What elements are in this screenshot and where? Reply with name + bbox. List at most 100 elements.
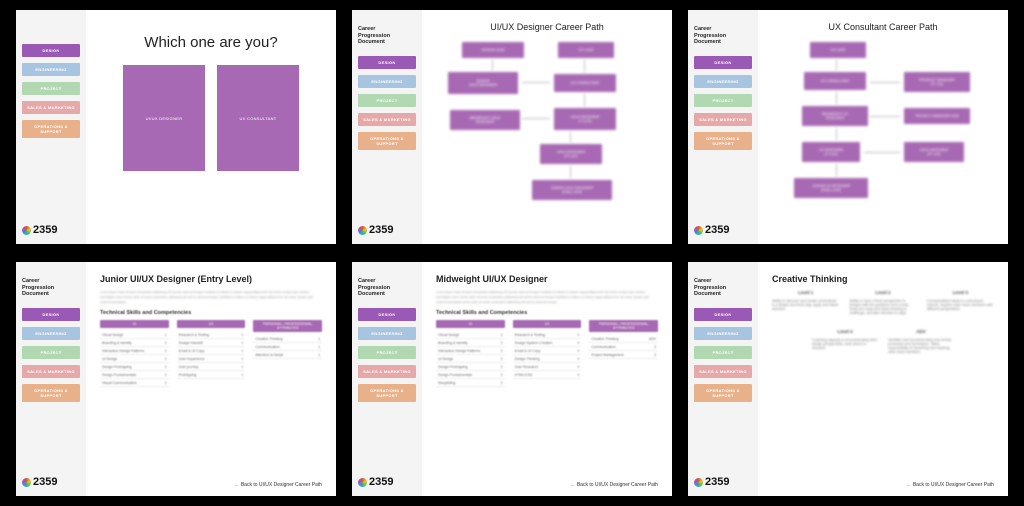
skill-column-attr: PERSONAL / PROFESSIONAL ATTRIBUTES Creat… xyxy=(589,320,658,387)
node-uxd[interactable]: UX DESIGNER (1-2 yrs) xyxy=(802,142,860,162)
doc-title: Career Progression Document xyxy=(694,278,752,298)
back-link[interactable]: Back to UI/UX Designer Career Path xyxy=(234,482,322,488)
slide-content: Creative Thinking Level 1 Ability to dis… xyxy=(758,262,1008,496)
skills-table: UI Visual Design1 Branding & Identity1 I… xyxy=(100,320,322,387)
sidebar-item-engineering[interactable]: ENGINEERING xyxy=(694,327,752,340)
slide-content: UX Consultant Career Path UX LEAD UX CON… xyxy=(758,10,1008,244)
role-tiles: UI/UX DESIGNER UX CONSULTANT xyxy=(100,65,322,171)
sidebar-item-design[interactable]: DESIGN xyxy=(22,308,80,321)
logo: 2359 xyxy=(358,476,416,488)
page-title: UI/UX Designer Career Path xyxy=(436,22,658,32)
node-pm-side[interactable]: PROJECT MANAGER SUB xyxy=(904,108,970,124)
sidebar-item-operations[interactable]: OPERATIONS & SUPPORT xyxy=(358,384,416,402)
back-link[interactable]: Back to UI/UX Designer Career Path xyxy=(570,482,658,488)
sidebar-item-design[interactable]: DESIGN xyxy=(358,56,416,69)
sidebar-item-sales[interactable]: SALES & MARKETING xyxy=(694,365,752,378)
node-uxd1[interactable]: UI/UX DESIGNER (0-1 yrs) xyxy=(540,144,602,164)
slide-creative-thinking: Career Progression Document DESIGN ENGIN… xyxy=(688,262,1008,496)
sidebar-item-engineering[interactable]: ENGINEERING xyxy=(358,327,416,340)
doc-title: Career Progression Document xyxy=(694,26,752,46)
level-col: Level 2 Ability to have a fresh perspect… xyxy=(849,290,916,315)
level-col: ADV Identifies and recommending new tren… xyxy=(888,329,954,354)
node-mid-ux[interactable]: MIDWEIGHT UX DESIGNER xyxy=(802,106,868,126)
logo-text: 2359 xyxy=(33,224,57,236)
sidebar-item-project[interactable]: PROJECT xyxy=(358,346,416,359)
table-row: Design Fundamentals2 xyxy=(436,371,505,379)
table-row: User Research2 xyxy=(513,363,582,371)
sidebar-item-design[interactable]: DESIGN xyxy=(22,44,80,57)
sidebar-item-engineering[interactable]: ENGINEERING xyxy=(22,327,80,340)
sidebar-item-project[interactable]: PROJECT xyxy=(694,94,752,107)
table-row: Design Thinking2 xyxy=(513,355,582,363)
sidebar-item-design[interactable]: DESIGN xyxy=(694,308,752,321)
col-header: UI xyxy=(100,320,169,328)
description-text: Lorem ipsum dolor sit amet consectetur a… xyxy=(436,290,658,304)
logo-text: 2359 xyxy=(705,476,729,488)
sidebar-item-project[interactable]: PROJECT xyxy=(22,82,80,95)
sidebar-item-engineering[interactable]: ENGINEERING xyxy=(694,75,752,88)
sidebar-item-operations[interactable]: OPERATIONS & SUPPORT xyxy=(694,384,752,402)
node-uiux[interactable]: UI/UX DESIGNER (0-1 yrs) xyxy=(904,142,964,162)
sidebar-item-project[interactable]: PROJECT xyxy=(358,94,416,107)
logo-mark-icon xyxy=(358,226,367,235)
table-row: Creative ThinkingADV xyxy=(589,335,658,343)
sidebar-item-operations[interactable]: OPERATIONS & SUPPORT xyxy=(22,384,80,402)
table-row: Email & UI Copy1 xyxy=(177,347,246,355)
node-junior[interactable]: JUNIOR UI/UX DESIGNER (Entry Level) xyxy=(532,180,612,200)
logo: 2359 xyxy=(694,224,752,236)
level-row-2: Level 4 Coaching capacity in recommendin… xyxy=(772,329,994,354)
skill-column-ux: UX Research & Testing1 Design Handoff1 E… xyxy=(177,320,246,387)
section-heading: Technical Skills and Competencies xyxy=(100,310,322,316)
logo: 2359 xyxy=(22,224,80,236)
sidebar-item-design[interactable]: DESIGN xyxy=(694,56,752,69)
tile-ux-consultant[interactable]: UX CONSULTANT xyxy=(217,65,299,171)
node-ux-lead[interactable]: UX LEAD xyxy=(810,42,866,58)
skill-column-ux: UX Research & Testing2 Design System Cre… xyxy=(513,320,582,387)
flowchart: DESIGN LEAD UX LEAD SENIOR UI/UX DESIGNE… xyxy=(436,42,658,222)
node-pm[interactable]: PRODUCT MANAGER (2+ yrs) xyxy=(904,72,970,92)
node-midweight[interactable]: MIDWEIGHT UI/UX DESIGNER xyxy=(450,110,520,130)
node-consultant[interactable]: UX CONSULTANT xyxy=(804,72,866,90)
tile-uiux-designer[interactable]: UI/UX DESIGNER xyxy=(123,65,205,171)
sidebar-item-operations[interactable]: OPERATIONS & SUPPORT xyxy=(358,132,416,150)
slide-uiux-path: Career Progression Document DESIGN ENGIN… xyxy=(352,10,672,244)
logo: 2359 xyxy=(22,476,80,488)
sidebar-item-operations[interactable]: OPERATIONS & SUPPORT xyxy=(22,120,80,138)
sidebar-item-design[interactable]: DESIGN xyxy=(358,308,416,321)
table-row: Design Prototyping1 xyxy=(100,363,169,371)
sidebar-item-sales[interactable]: SALES & MARKETING xyxy=(22,101,80,114)
logo-text: 2359 xyxy=(369,476,393,488)
sidebar-item-engineering[interactable]: ENGINEERING xyxy=(22,63,80,76)
back-link[interactable]: Back to UI/UX Designer Career Path xyxy=(906,482,994,488)
sidebar-item-sales[interactable]: SALES & MARKETING xyxy=(358,113,416,126)
node-design-lead[interactable]: DESIGN LEAD xyxy=(462,42,524,58)
node-ux-lead[interactable]: UX LEAD xyxy=(558,42,614,58)
flow-arrow xyxy=(522,82,550,83)
sidebar-item-operations[interactable]: OPERATIONS & SUPPORT xyxy=(694,132,752,150)
node-uxd2[interactable]: UI/UX DESIGNER (1-2 yrs) xyxy=(554,108,616,130)
table-row: Research & Testing2 xyxy=(513,331,582,339)
sidebar-item-sales[interactable]: SALES & MARKETING xyxy=(22,365,80,378)
level-text: Conceptualizes ideas in a structured man… xyxy=(927,299,994,311)
sidebar-item-project[interactable]: PROJECT xyxy=(694,346,752,359)
node-junior[interactable]: JUNIOR UX DESIGNER (Entry Level) xyxy=(794,178,868,198)
table-row: Project Management2 xyxy=(589,351,658,359)
sidebar: Career Progression Document DESIGN ENGIN… xyxy=(688,10,758,244)
sidebar-item-sales[interactable]: SALES & MARKETING xyxy=(358,365,416,378)
sidebar-item-sales[interactable]: SALES & MARKETING xyxy=(694,113,752,126)
table-row: UI Design1 xyxy=(100,355,169,363)
skills-table: UI Visual Design2 Branding & Identity2 I… xyxy=(436,320,658,387)
table-row: Branding & Identity2 xyxy=(436,339,505,347)
sidebar-item-project[interactable]: PROJECT xyxy=(22,346,80,359)
sidebar: DESIGN ENGINEERING PROJECT SALES & MARKE… xyxy=(16,10,86,244)
slide-content: UI/UX Designer Career Path DESIGN LEAD U… xyxy=(422,10,672,244)
col-header: PERSONAL / PROFESSIONAL ATTRIBUTES xyxy=(589,320,658,332)
slide-junior-detail: Career Progression Document DESIGN ENGIN… xyxy=(16,262,336,496)
page-title: Creative Thinking xyxy=(772,274,994,284)
sidebar-item-engineering[interactable]: ENGINEERING xyxy=(358,75,416,88)
table-row: Attention to Detail1 xyxy=(253,351,322,359)
node-consultant[interactable]: UX CONSULTANT xyxy=(554,74,616,92)
node-senior[interactable]: SENIOR UI/UX DESIGNER xyxy=(448,72,518,94)
col-header: UX xyxy=(513,320,582,328)
table-row: Visual Design2 xyxy=(436,331,505,339)
